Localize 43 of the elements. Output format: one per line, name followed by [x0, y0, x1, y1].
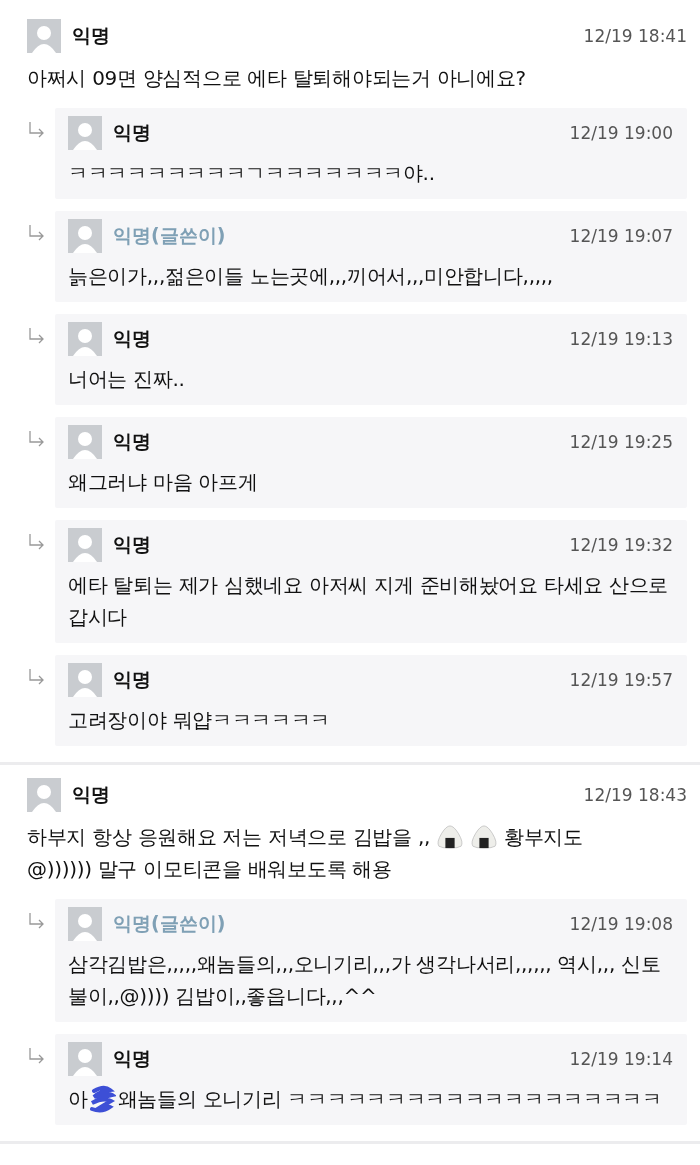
comment-time: 12/19 19:07: [569, 226, 673, 246]
avatar-icon: [68, 116, 102, 150]
author-name: 익명(글쓴이): [113, 911, 226, 936]
comment-time: 12/19 18:43: [583, 785, 687, 805]
author-name: 익명: [113, 120, 151, 145]
comment-time: 12/19 19:14: [569, 1049, 673, 1069]
comment-time: 12/19 19:00: [569, 123, 673, 143]
comment-text: 왜놈들의 오니기리 ㅋㅋㅋㅋㅋㅋㅋㅋㅋㅋㅋㅋㅋㅋㅋㅋㅋㅋㅋ: [117, 1086, 662, 1113]
author-name: 익명: [113, 326, 151, 351]
comment-text: 황부지도: [504, 824, 583, 851]
avatar-icon: [68, 219, 102, 253]
comment-text: 너어는 진짜..: [68, 366, 185, 393]
comment-text: @)))))) 말구 이모티콘을 배워보도록 해용: [27, 856, 392, 883]
author-name: 익명: [113, 532, 151, 557]
comment-text: 늙은이가,,,젊은이들 노는곳에,,,끼어서,,,미안합니다,,,,,: [68, 263, 553, 290]
comment-text: 하부지 항상 응원해요 저는 저녁으로 김밥을 ,,: [27, 824, 431, 851]
comment-text: 왜그러냐 마음 아프게: [68, 469, 258, 496]
comment-time: 12/19 18:41: [583, 26, 687, 46]
comment-time: 12/19 19:13: [569, 329, 673, 349]
avatar-icon: [27, 19, 61, 53]
comment-text: 아쩌시 09면 양심적으로 에타 탈퇴해야되는거 아니에요?: [27, 65, 526, 92]
comment-time: 12/19 19:57: [569, 670, 673, 690]
author-name: 익명: [113, 667, 151, 692]
comment-text: 에타 탈퇴는 제가 심했네요 아저씨 지게 준비해놨어요 타세요 산으로갑시다: [68, 572, 670, 631]
avatar-icon: [68, 322, 102, 356]
author-name: 익명: [113, 1046, 151, 1071]
author-name: 익명: [113, 429, 151, 454]
author-name: 익명: [72, 782, 110, 807]
avatar-icon: [68, 907, 102, 941]
comment-time: 12/19 19:08: [569, 914, 673, 934]
avatar-icon: [68, 663, 102, 697]
author-name: 익명(글쓴이): [113, 223, 226, 248]
comment-text: 삼각김밥은,,,,,왜놈들의,,,오니기리,,,가 생각나서리,,,,,, 역시,,, 신토불이,,@)))) 김밥이,,좋읍니다,,,^^: [68, 951, 662, 1010]
avatar-icon: [27, 778, 61, 812]
comment-text: ㅋㅋㅋㅋㅋㅋㅋㅋㅋㄱㅋㅋㅋㅋㅋㅋㅋ야..: [68, 160, 435, 187]
author-name: 익명: [72, 23, 110, 48]
comment-text: 고려장이야 뭐얍ㅋㅋㅋㅋㅋㅋ: [68, 707, 331, 734]
comment-time: 12/19 19:32: [569, 535, 673, 555]
avatar-icon: [68, 1042, 102, 1076]
comment-time: 12/19 19:25: [569, 432, 673, 452]
avatar-icon: [68, 425, 102, 459]
comment-text: 아: [68, 1086, 88, 1113]
avatar-icon: [68, 528, 102, 562]
